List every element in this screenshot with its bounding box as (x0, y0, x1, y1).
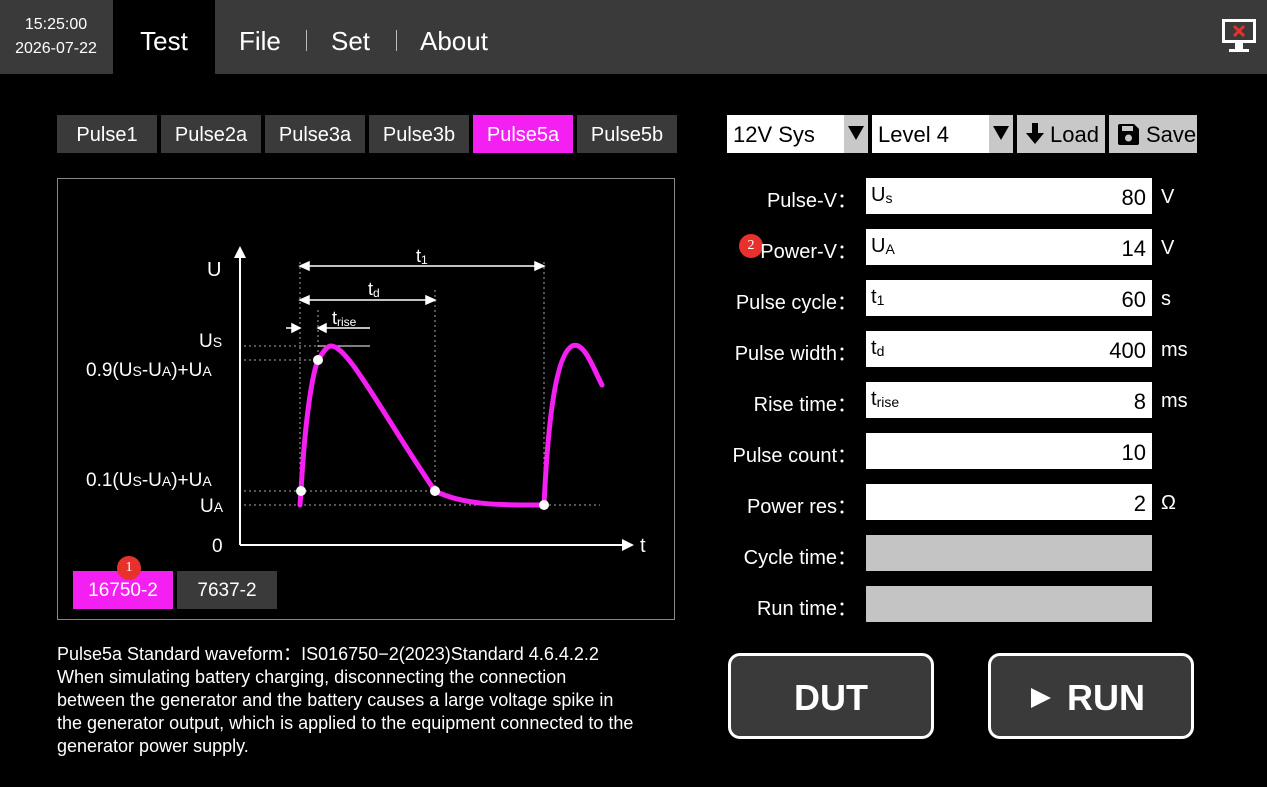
chevron-down-icon (844, 115, 868, 153)
run-button[interactable]: RUN (988, 653, 1194, 739)
pulse-cycle-label: Pulse cycle： (735, 292, 857, 314)
play-icon (1031, 688, 1051, 708)
rise-time-value: 8 (1133, 389, 1146, 414)
pulse-cycle-symbol: t1 (871, 286, 885, 308)
u-axis-arrow (234, 246, 246, 258)
run-time-label: Run time： (756, 598, 857, 620)
waveform-point (539, 500, 549, 510)
badge-1: 1 (117, 556, 141, 580)
pulse-cycle-field[interactable]: t1 60 (866, 280, 1152, 316)
cycle-time-field (866, 535, 1152, 571)
t1-label: t1 (416, 246, 428, 267)
pulse-v-unit: V (1161, 186, 1175, 208)
power-res-label: Power res： (746, 496, 857, 518)
pulse-width-unit: ms (1161, 339, 1188, 361)
save-label: Save (1146, 122, 1197, 147)
pulse-count-value: 10 (1121, 440, 1146, 465)
floppy-disk-icon (1118, 124, 1139, 145)
pulse-count-label: Pulse count： (732, 445, 857, 467)
description-line: When simulating battery charging, discon… (57, 667, 567, 687)
power-v-unit: V (1161, 237, 1175, 259)
level-90-label: 0.9(US-UA)+UA (86, 360, 212, 381)
level-select[interactable]: Level 4 (872, 115, 1013, 153)
pulse-v-symbol: Us (871, 184, 893, 206)
load-label: Load (1050, 122, 1099, 147)
us-label: US (199, 331, 222, 352)
rise-time-field[interactable]: trise 8 (866, 382, 1152, 418)
save-button[interactable]: Save (1109, 115, 1197, 153)
run-time-field (866, 586, 1152, 622)
description-line: between the generator and the battery ca… (57, 690, 614, 710)
pulse-width-field[interactable]: td 400 (866, 331, 1152, 367)
level-10-label: 0.1(US-UA)+UA (86, 470, 212, 491)
u-axis-label: U (207, 259, 221, 281)
load-button[interactable]: Load (1017, 115, 1105, 153)
pulse-description: Pulse5a Standard waveform：IS016750−2(202… (57, 643, 687, 758)
rise-time-label: Rise time： (753, 394, 857, 416)
pulse-width-label: Pulse width： (734, 343, 857, 365)
dut-button[interactable]: DUT (728, 653, 934, 739)
pulse-count-field[interactable]: 10 (866, 433, 1152, 469)
t-axis-label: t (640, 535, 646, 557)
description-line: generator power supply. (57, 736, 249, 756)
pulse-cycle-unit: s (1161, 288, 1171, 310)
power-v-value: 14 (1121, 236, 1146, 261)
waveform-point (430, 486, 440, 496)
pulse-v-label: Pulse-V： (766, 190, 857, 212)
waveform-point (313, 355, 323, 365)
pulse-waveform-curve (297, 342, 605, 508)
pulse-width-symbol: td (871, 337, 885, 359)
t-axis-arrow (622, 539, 634, 551)
power-v-field[interactable]: UA 14 (866, 229, 1152, 265)
system-select[interactable]: 12V Sys (727, 115, 868, 153)
arrow-down-icon (1026, 123, 1044, 144)
cycle-time-label: Cycle time： (743, 547, 857, 569)
ua-label: UA (200, 496, 224, 517)
td-label: td (368, 279, 380, 300)
pulse-v-field[interactable]: Us 80 (866, 178, 1152, 214)
pulse-v-value: 80 (1121, 185, 1146, 210)
origin-label: 0 (212, 536, 223, 557)
waveform-point (296, 486, 306, 496)
power-res-unit: Ω (1161, 492, 1176, 514)
run-label: RUN (1067, 677, 1145, 718)
rise-time-symbol: trise (871, 388, 900, 410)
power-res-field[interactable]: 2 (866, 484, 1152, 520)
pulse-width-value: 400 (1109, 338, 1146, 363)
power-res-value: 2 (1133, 491, 1146, 516)
chevron-down-icon (989, 115, 1013, 153)
level-select-value: Level 4 (878, 122, 949, 147)
standard-7637-2-button[interactable]: 7637-2 (177, 571, 277, 609)
rise-time-unit: ms (1161, 390, 1188, 412)
pulse-cycle-value: 60 (1121, 287, 1146, 312)
power-v-symbol: UA (871, 235, 895, 257)
power-v-label: Power-V： (760, 241, 857, 263)
trise-label: trise (332, 308, 357, 329)
description-line: Pulse5a Standard waveform：IS016750−2(202… (57, 644, 599, 664)
system-select-value: 12V Sys (733, 122, 815, 147)
description-line: the generator output, which is applied t… (57, 713, 634, 733)
